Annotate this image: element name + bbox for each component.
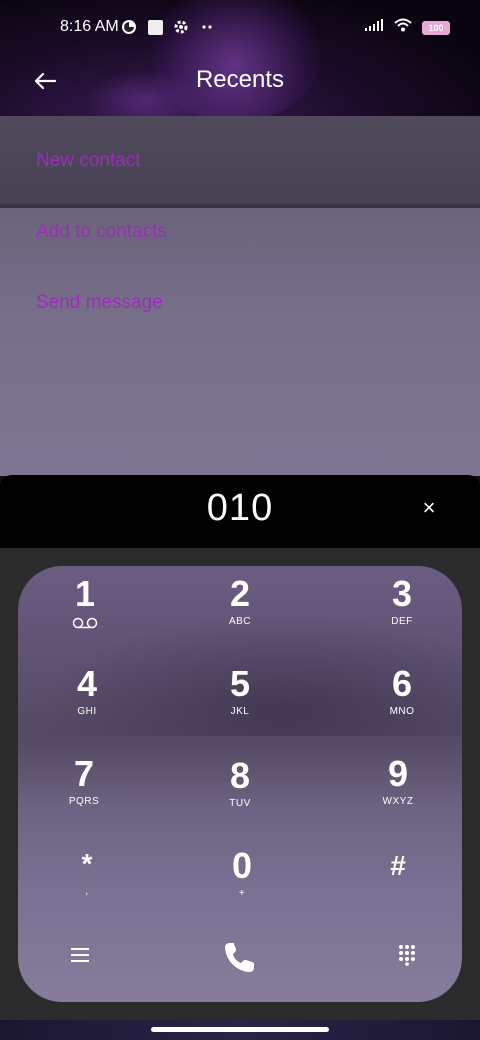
status-icons-right: 100 [364,18,450,37]
key-letters: TUV [229,798,251,809]
key-6[interactable]: 6 MNO [342,664,462,744]
dial-number-bar: 010 × [0,475,480,548]
page-title: Recents [195,66,285,93]
top-header-area: 8:16 AM 100 Recents [0,0,480,116]
settings-gear-icon [172,18,190,36]
clear-button[interactable]: × [418,497,440,519]
circle-c-icon [120,18,138,36]
voicemail-icon [72,616,98,634]
menu-icon [71,948,89,962]
key-digit: 9 [387,753,409,794]
more-dots-icon [198,18,216,36]
key-0[interactable]: 0 + [182,846,302,926]
key-digit: 6 [391,663,413,704]
close-icon: × [422,495,436,520]
menu-divider [0,204,480,208]
key-digit: 0 [231,845,253,886]
key-8[interactable]: 8 TUV [180,756,300,836]
dialed-number[interactable]: 010 [0,487,480,530]
key-digit: 4 [76,663,98,704]
status-time: 8:16 AM [60,18,119,35]
dial-keypad: 1 2 ABC 3 DEF 4 GHI 5 JKL 6 MNO 7 PQRS 8… [18,566,462,1002]
key-9[interactable]: 9 WXYZ [338,754,458,834]
options-menu: New contact Add to contacts Send message [0,116,480,476]
key-letters: JKL [230,706,250,717]
dialpad-icon [399,945,415,966]
signal-icon [364,18,384,37]
key-2[interactable]: 2 ABC [180,574,300,654]
key-letters: WXYZ [382,796,414,807]
key-digit: 2 [229,573,251,614]
key-letters: GHI [77,706,97,717]
menu-item-new-contact[interactable]: New contact [36,150,141,172]
key-star[interactable]: * , [27,844,147,924]
wifi-icon [394,18,412,37]
key-letters: PQRS [68,796,100,807]
key-digit: 7 [73,753,95,794]
key-letters: + [238,888,246,899]
key-digit: 8 [229,755,251,796]
key-digit: 5 [229,663,251,704]
status-icons-left [120,18,216,36]
key-7[interactable]: 7 PQRS [24,754,144,834]
dialpad-toggle-button[interactable] [387,935,427,975]
key-4[interactable]: 4 GHI [27,664,147,744]
key-digit: * [81,848,93,879]
key-letters: ABC [228,616,252,627]
phone-call-icon [225,943,254,972]
key-hash[interactable]: # [338,846,458,926]
key-digit: 3 [391,573,413,614]
key-3[interactable]: 3 DEF [342,574,462,654]
battery-icon: 100 [422,20,450,35]
status-bar: 8:16 AM 100 [0,0,480,56]
key-digit: # [390,850,406,881]
menu-item-send-message[interactable]: Send message [36,292,163,314]
home-indicator[interactable] [151,1027,329,1032]
key-digit: 1 [74,573,96,614]
square-notification-icon [146,18,164,36]
key-5[interactable]: 5 JKL [180,664,300,744]
call-button[interactable] [220,937,260,977]
key-1[interactable]: 1 [25,574,145,654]
key-letters: MNO [389,706,415,717]
key-letters: , [85,886,89,897]
menu-button[interactable] [60,935,100,975]
key-letters: DEF [391,616,413,627]
menu-item-add-to-contacts[interactable]: Add to contacts [36,221,167,243]
